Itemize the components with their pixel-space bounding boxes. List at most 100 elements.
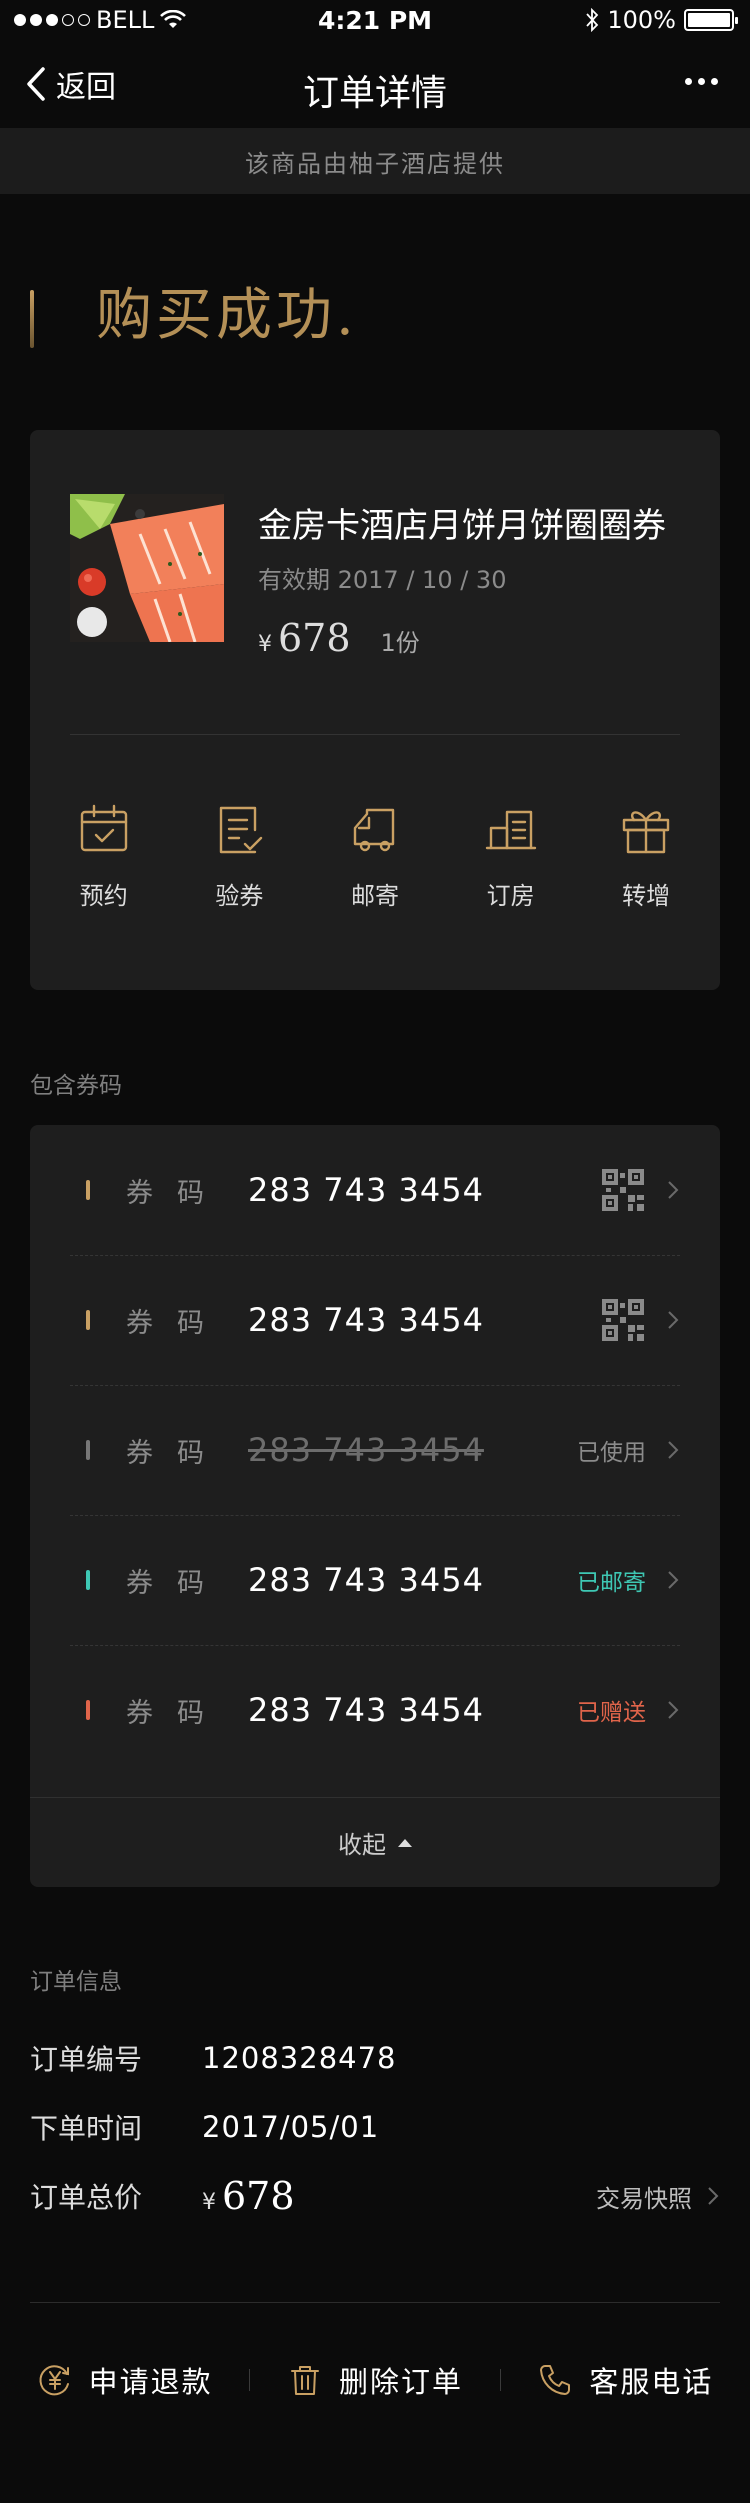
transaction-snapshot-link[interactable]: 交易快照 — [596, 2179, 720, 2214]
order-total-label: 订单总价 — [30, 2181, 143, 2214]
chevron-right-icon — [668, 1441, 679, 1459]
product-quantity: 1份 — [380, 629, 420, 657]
action-label: 订房 — [486, 882, 535, 910]
battery-level — [688, 13, 730, 27]
action-verify[interactable]: 验券 — [179, 800, 299, 911]
delete-order-button[interactable]: 删除订单 — [250, 2359, 499, 2401]
action-label: 邮寄 — [350, 882, 399, 910]
success-heading: 购买成功. — [96, 283, 358, 348]
action-label: 验券 — [215, 882, 264, 910]
salmon-food-image — [70, 494, 224, 642]
code-label: 券码 — [126, 1177, 228, 1209]
code-row[interactable]: 券码 283 743 3454 已使用 — [70, 1385, 680, 1515]
wifi-icon — [160, 10, 187, 28]
currency-symbol: ¥ — [258, 632, 272, 657]
product-card: 金房卡酒店月饼月饼圈圈券 有效期 2017 / 10 / 30 ¥ 678 1份… — [30, 430, 720, 990]
product-name: 金房卡酒店月饼月饼圈圈券 — [258, 506, 666, 546]
caret-up-icon — [398, 1838, 412, 1847]
order-time-row: 下单时间 2017/05/01 — [30, 2097, 720, 2157]
code-number: 283 743 3454 — [248, 1301, 484, 1339]
bottom-action-bar: 申请退款 删除订单 客服电话 — [0, 2340, 750, 2420]
qr-code-icon[interactable] — [602, 1299, 644, 1341]
collapse-button[interactable]: 收起 — [30, 1797, 720, 1887]
code-number: 283 743 3454 — [248, 1561, 484, 1599]
snapshot-label: 交易快照 — [596, 2184, 692, 2213]
action-label: 转增 — [622, 882, 671, 910]
delete-order-label: 删除订单 — [338, 2365, 463, 2399]
nav-bar: 返回 订单详情 — [0, 40, 750, 128]
order-time: 2017/05/01 — [202, 2110, 380, 2144]
battery-percent: 100% — [607, 6, 676, 34]
action-book-room[interactable]: 订房 — [451, 800, 571, 911]
order-total: ¥ 678 — [202, 2174, 295, 2218]
refund-label: 申请退款 — [88, 2365, 213, 2399]
signal-strength-icon — [14, 14, 90, 26]
card-divider — [70, 734, 680, 735]
status-left: BELL — [14, 6, 187, 34]
code-number: 283 743 3454 — [248, 1431, 484, 1469]
code-label: 券码 — [126, 1697, 228, 1729]
more-dot — [711, 78, 718, 85]
more-dot — [698, 78, 705, 85]
order-number: 1208328478 — [202, 2041, 397, 2075]
trash-icon — [290, 2366, 319, 2395]
code-label: 券码 — [126, 1567, 228, 1599]
chevron-right-icon — [708, 2187, 719, 2205]
carrier-name: BELL — [96, 6, 155, 34]
codes-section-title: 包含券码 — [30, 1073, 122, 1099]
codes-card: 券码 283 743 3454 券码 283 743 3454 券码 283 7… — [30, 1125, 720, 1887]
currency-symbol: ¥ — [202, 2190, 216, 2215]
refund-yuan-icon — [39, 2365, 69, 2396]
code-status-bar — [86, 1700, 90, 1720]
back-label: 返回 — [56, 70, 116, 105]
order-section-title: 订单信息 — [30, 1969, 122, 1995]
code-row[interactable]: 券码 283 743 3454 — [70, 1255, 680, 1385]
provider-notice: 该商品由柚子酒店提供 — [0, 128, 750, 194]
action-mail[interactable]: 邮寄 — [315, 800, 435, 911]
action-reserve[interactable]: 预约 — [44, 800, 164, 911]
hotel-building-icon — [485, 810, 536, 850]
code-row[interactable]: 券码 283 743 3454 已赠送 — [70, 1645, 680, 1775]
chevron-right-icon — [668, 1701, 679, 1719]
chevron-right-icon — [668, 1571, 679, 1589]
product-price: 678 — [278, 616, 351, 660]
bottom-divider — [30, 2302, 720, 2303]
bluetooth-icon — [586, 8, 599, 32]
code-row[interactable]: 券码 283 743 3454 — [70, 1125, 680, 1255]
success-accent-bar — [30, 290, 34, 348]
code-number: 283 743 3454 — [248, 1691, 484, 1729]
order-total-value: 678 — [222, 2174, 295, 2218]
customer-service-button[interactable]: 客服电话 — [501, 2359, 750, 2401]
delivery-truck-icon — [353, 808, 395, 852]
back-button[interactable]: 返回 — [26, 62, 116, 106]
code-status: 已使用 — [577, 1440, 646, 1466]
order-number-label: 订单编号 — [30, 2043, 143, 2076]
gift-icon — [622, 811, 670, 854]
calendar-icon — [80, 804, 127, 852]
collapse-label: 收起 — [338, 1831, 386, 1859]
code-status-bar — [86, 1440, 90, 1460]
code-status-bar — [86, 1180, 90, 1200]
order-number-row: 订单编号 1208328478 — [30, 2028, 720, 2088]
chevron-right-icon — [668, 1181, 679, 1199]
product-image — [70, 494, 224, 642]
verify-ticket-icon — [220, 806, 263, 854]
status-bar: BELL 4:21 PM 100% — [0, 0, 750, 40]
code-status: 已邮寄 — [577, 1570, 646, 1596]
chevron-right-icon — [668, 1311, 679, 1329]
battery-icon — [684, 9, 738, 31]
action-transfer[interactable]: 转增 — [586, 800, 706, 911]
refund-button[interactable]: 申请退款 — [0, 2359, 249, 2401]
action-bar: 预约 验券 邮寄 订房 转增 — [30, 800, 720, 911]
phone-icon — [540, 2365, 571, 2395]
product-price-row: ¥ 678 1份 — [258, 616, 420, 660]
qr-code-icon[interactable] — [602, 1169, 644, 1211]
code-status-bar — [86, 1310, 90, 1330]
status-right: 100% — [585, 6, 738, 34]
more-button[interactable] — [681, 68, 722, 95]
code-row[interactable]: 券码 283 743 3454 已邮寄 — [70, 1515, 680, 1645]
order-total-row: 订单总价 ¥ 678 交易快照 — [30, 2166, 720, 2226]
chevron-left-icon — [27, 67, 45, 101]
code-status-bar — [86, 1570, 90, 1590]
code-label: 券码 — [126, 1437, 228, 1469]
